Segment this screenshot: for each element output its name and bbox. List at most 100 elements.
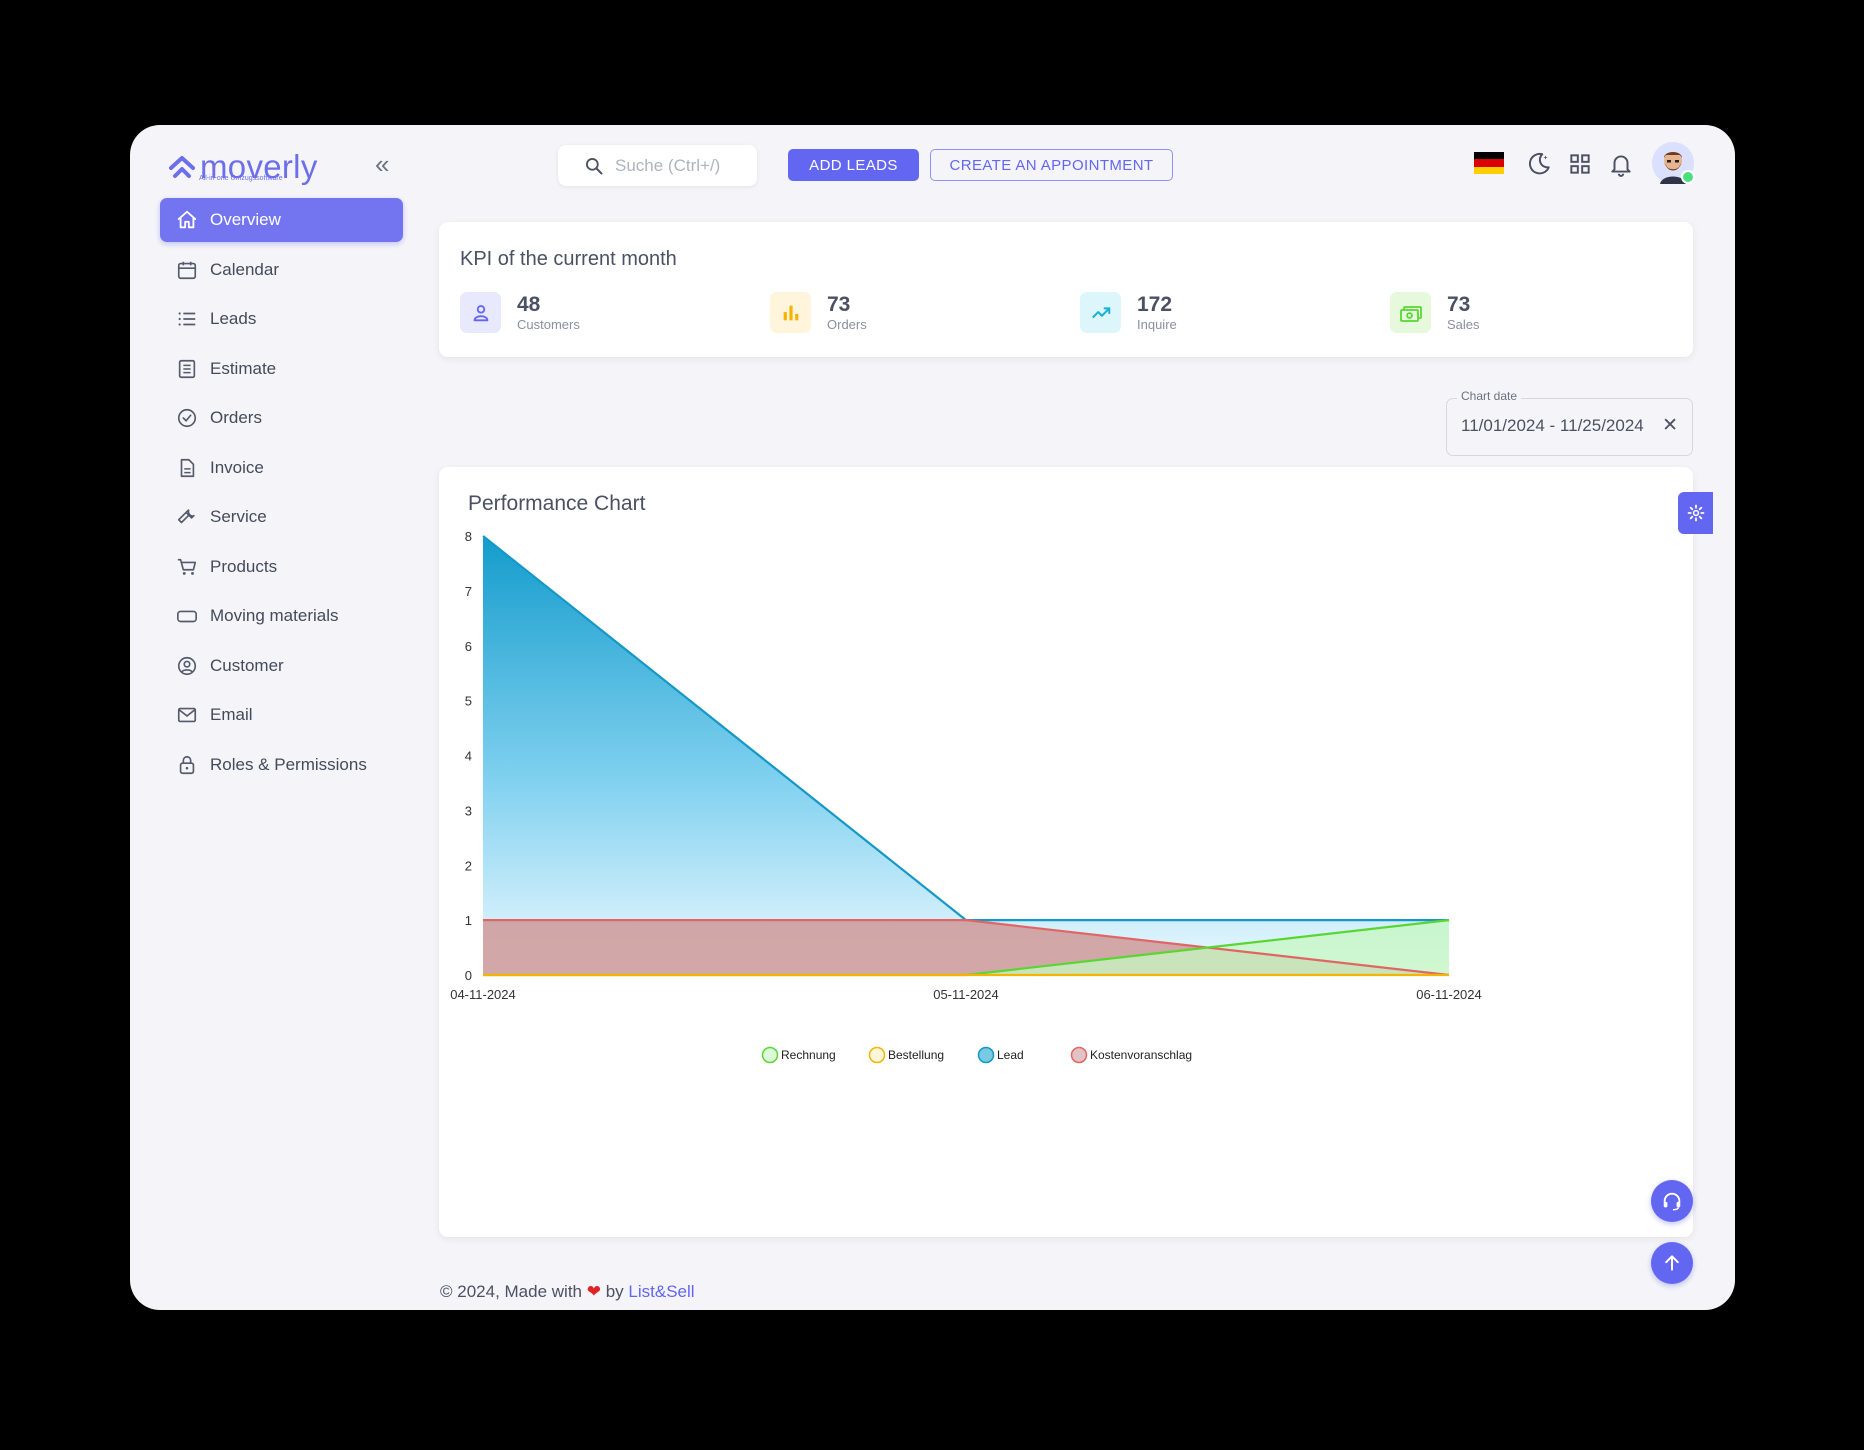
y-tick-label: 4 — [465, 749, 472, 764]
sidebar-item-customer[interactable]: Customer — [160, 644, 403, 688]
arrow-up-icon — [1665, 1255, 1679, 1271]
sidebar-item-label: Moving materials — [210, 606, 339, 625]
apps-grid-icon[interactable] — [1567, 151, 1593, 177]
sidebar-item-label: Orders — [210, 408, 262, 427]
legend-marker — [868, 1046, 886, 1064]
search-icon — [586, 157, 603, 174]
area-lead — [483, 536, 1449, 975]
legend-marker — [1070, 1046, 1088, 1064]
kpi-label: Orders — [827, 316, 867, 332]
create-appointment-button[interactable]: CREATE AN APPOINTMENT — [930, 149, 1173, 181]
footer-link[interactable]: List&Sell — [628, 1282, 694, 1301]
y-tick-label: 2 — [465, 858, 472, 873]
sidebar-item-label: Email — [210, 705, 253, 724]
x-axis: 04-11-2024 05-11-2024 06-11-2024 — [450, 987, 1482, 1002]
legend-marker — [977, 1046, 995, 1064]
german-flag-icon[interactable] — [1474, 152, 1504, 174]
brand-logo[interactable]: moverly All-in-one Umzugssoftware — [168, 147, 318, 187]
wrench-icon — [177, 509, 195, 524]
sidebar-item-invoice[interactable]: Invoice — [160, 446, 403, 490]
chart-date-value: 11/01/2024 - 11/25/2024 — [1461, 416, 1644, 435]
support-button[interactable] — [1651, 1180, 1693, 1222]
y-tick-label: 5 — [465, 694, 472, 709]
sidebar-item-moving-materials[interactable]: Moving materials — [160, 594, 403, 638]
search-placeholder: Suche (Ctrl+/) — [615, 155, 721, 175]
brand-tagline: All-in-one Umzugssoftware — [199, 175, 283, 182]
kpi-value: 73 — [1447, 292, 1471, 316]
online-status-dot — [1681, 170, 1695, 184]
sidebar-item-overview[interactable]: Overview — [160, 198, 403, 242]
chart-areas — [483, 536, 1449, 975]
cash-icon — [1390, 292, 1431, 333]
sidebar-item-products[interactable]: Products — [160, 545, 403, 589]
legend-marker — [761, 1046, 779, 1064]
y-tick-label: 1 — [465, 913, 472, 928]
avatar[interactable] — [1652, 142, 1695, 184]
kpi-value: 172 — [1137, 292, 1173, 316]
app-window: moverly All-in-one Umzugssoftware « Over… — [130, 125, 1735, 1310]
sidebar-item-estimate[interactable]: Estimate — [160, 347, 403, 391]
chart-date-field[interactable]: Chart date 11/01/2024 - 11/25/2024 ✕ — [1446, 389, 1693, 456]
sidebar-item-leads[interactable]: Leads — [160, 297, 403, 341]
dark-mode-icon[interactable] — [1526, 151, 1552, 177]
kpi-inquire: 172 Inquire — [1080, 292, 1177, 333]
kpi-card: KPI of the current month 48 Customers 73… — [439, 222, 1693, 357]
sidebar-item-orders[interactable]: Orders — [160, 396, 403, 440]
kpi-customers: 48 Customers — [460, 292, 580, 333]
heart-icon: ❤ — [586, 1282, 601, 1301]
mail-icon — [177, 707, 197, 723]
headset-icon — [1663, 1192, 1681, 1211]
x-tick-label: 05-11-2024 — [933, 987, 999, 1002]
legend-label[interactable]: Rechnung — [781, 1048, 836, 1062]
home-icon — [177, 210, 197, 229]
user-icon — [460, 292, 501, 333]
performance-chart-card: Performance Chart 012345678 04-11-2024 05… — [439, 467, 1693, 1237]
sidebar-item-calendar[interactable]: Calendar — [160, 248, 403, 292]
performance-chart: 0 1 2 3 4 5 6 7 8 04-11-2024 05-11-2024 06-11-2024… — [450, 529, 1482, 1064]
list-icon — [178, 312, 196, 326]
user-circle-icon — [177, 656, 197, 675]
search-input[interactable]: Suche (Ctrl+/) — [558, 145, 757, 186]
kpi-orders: 73 Orders — [770, 292, 867, 333]
y-axis: 0 1 2 3 4 5 6 7 8 — [465, 529, 472, 983]
sidebar-item-label: Estimate — [210, 358, 277, 378]
check-circle-icon — [177, 408, 197, 428]
sidebar-item-label: Invoice — [210, 457, 264, 477]
add-leads-button[interactable]: ADD LEADS — [788, 149, 919, 181]
lock-icon — [179, 755, 195, 774]
y-tick-label: 0 — [465, 968, 472, 983]
kpi-label: Inquire — [1137, 316, 1177, 332]
collapse-sidebar-icon[interactable]: « — [375, 151, 389, 177]
bell-icon[interactable] — [1608, 151, 1634, 177]
file-icon — [180, 458, 195, 477]
sidebar-item-label: Calendar — [210, 259, 279, 279]
x-tick-label: 04-11-2024 — [450, 987, 516, 1002]
y-tick-label: 3 — [465, 803, 472, 818]
sidebar-nav: Overview Calendar Leads Estimate Orders … — [160, 198, 403, 792]
scroll-top-button[interactable] — [1651, 1242, 1693, 1284]
sidebar-item-service[interactable]: Service — [160, 495, 403, 539]
sidebar-item-label: Customer — [210, 655, 284, 675]
sidebar-item-label: Service — [210, 507, 267, 526]
box-icon — [177, 610, 197, 623]
settings-gear-button[interactable] — [1678, 492, 1713, 534]
kpi-value: 48 — [517, 292, 541, 316]
chart-legend: Rechnung Bestellung Lead Kostenvoranschlag — [761, 1046, 1192, 1064]
document-list-icon — [178, 359, 196, 378]
sidebar-item-label: Overview — [210, 210, 281, 229]
trending-up-icon — [1080, 292, 1121, 333]
chart-date-label: Chart date — [1457, 389, 1522, 403]
kpi-value: 73 — [827, 292, 851, 316]
legend-label[interactable]: Bestellung — [888, 1048, 944, 1062]
footer: © 2024, Made with ❤ by List&Sell — [440, 1282, 695, 1302]
sidebar-item-roles-permissions[interactable]: Roles & Permissions — [160, 743, 403, 787]
gear-icon — [1687, 504, 1704, 522]
sidebar-item-label: Products — [210, 556, 278, 576]
y-tick-label: 8 — [465, 529, 472, 544]
sidebar-item-label: Roles & Permissions — [210, 754, 367, 774]
legend-label[interactable]: Kostenvoranschlag — [1090, 1048, 1192, 1062]
kpi-sales: 73 Sales — [1390, 292, 1480, 333]
clear-date-icon[interactable]: ✕ — [1662, 414, 1678, 437]
sidebar-item-email[interactable]: Email — [160, 693, 403, 737]
legend-label[interactable]: Lead — [997, 1048, 1024, 1062]
